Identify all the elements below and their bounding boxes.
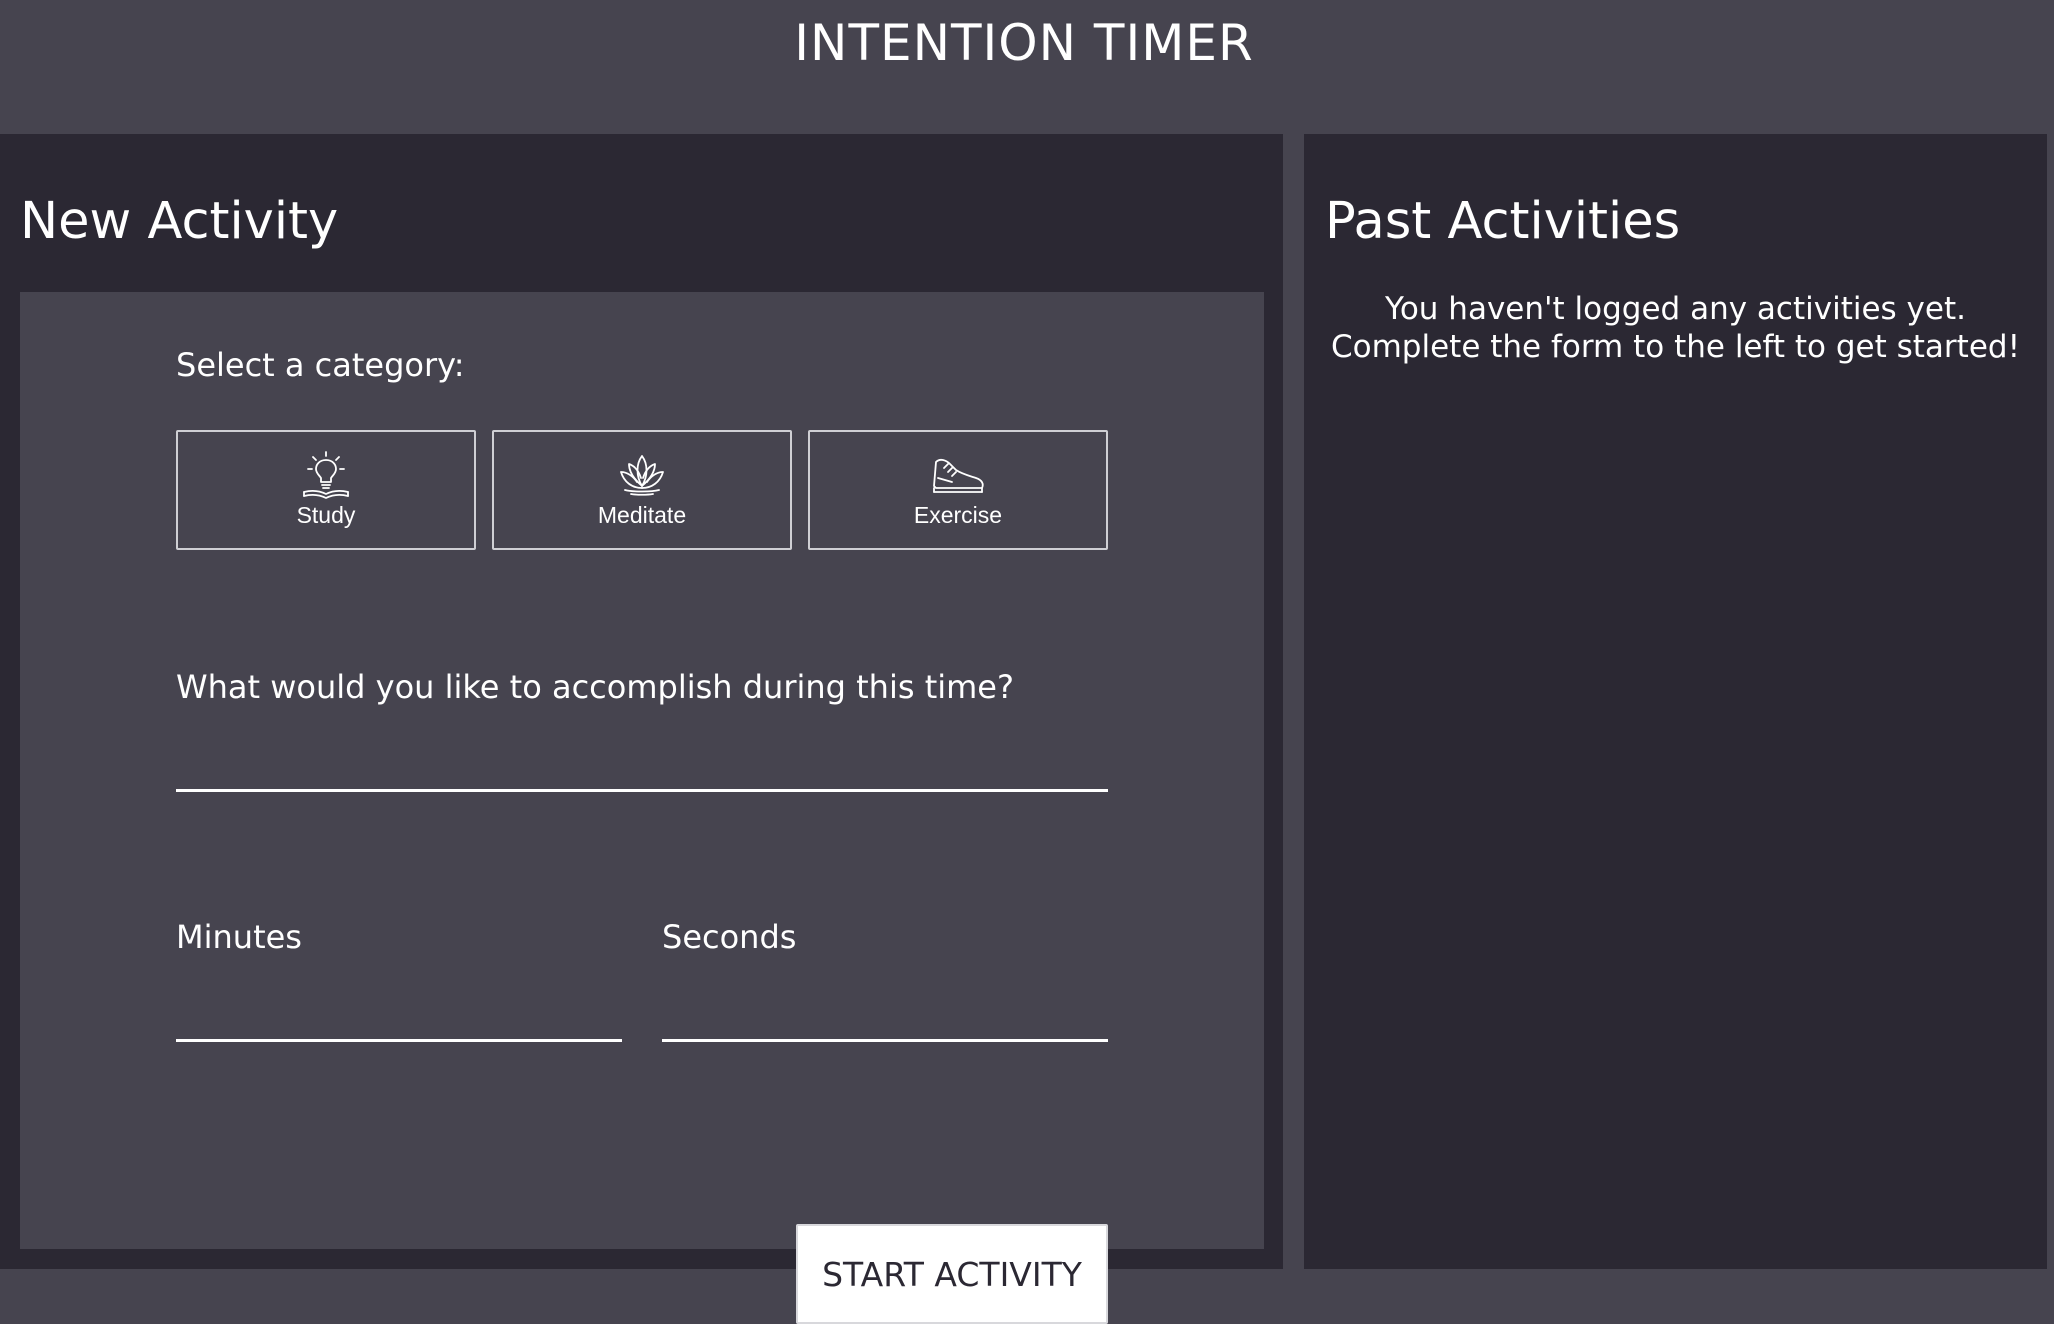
study-category-button[interactable]: Study <box>176 430 476 550</box>
lotus-icon <box>494 450 790 500</box>
study-category-label: Study <box>296 502 356 528</box>
past-activities-heading: Past Activities <box>1325 192 1681 251</box>
new-activity-heading: New Activity <box>20 192 339 251</box>
description-label: What would you like to accomplish during… <box>176 668 1014 706</box>
meditate-category-button[interactable]: Meditate <box>492 430 792 550</box>
empty-state-line-2: Complete the form to the left to get sta… <box>1331 329 2020 365</box>
seconds-input[interactable] <box>662 982 1108 1042</box>
category-prompt: Select a category: <box>176 346 465 384</box>
app-title: INTENTION TIMER <box>794 14 1254 72</box>
exercise-category-button[interactable]: Exercise <box>808 430 1108 550</box>
empty-state-line-1: You haven't logged any activities yet. <box>1385 291 1966 327</box>
past-activities-panel: Past Activities You haven't logged any a… <box>1304 134 2047 1269</box>
lightbulb-book-icon <box>178 450 474 500</box>
empty-state-message: You haven't logged any activities yet. C… <box>1304 290 2047 366</box>
minutes-input[interactable] <box>176 982 622 1042</box>
start-activity-button[interactable]: START ACTIVITY <box>796 1224 1108 1324</box>
sneaker-icon <box>810 450 1106 500</box>
seconds-label: Seconds <box>662 918 797 956</box>
meditate-category-label: Meditate <box>597 502 687 528</box>
app-header: INTENTION TIMER <box>0 0 2054 134</box>
exercise-category-label: Exercise <box>913 502 1003 528</box>
new-activity-panel: New Activity Select a category: Study Me… <box>0 134 1283 1324</box>
description-input[interactable] <box>176 732 1108 792</box>
new-activity-form: Select a category: Study Meditate Exerci… <box>20 292 1264 1324</box>
minutes-label: Minutes <box>176 918 302 956</box>
